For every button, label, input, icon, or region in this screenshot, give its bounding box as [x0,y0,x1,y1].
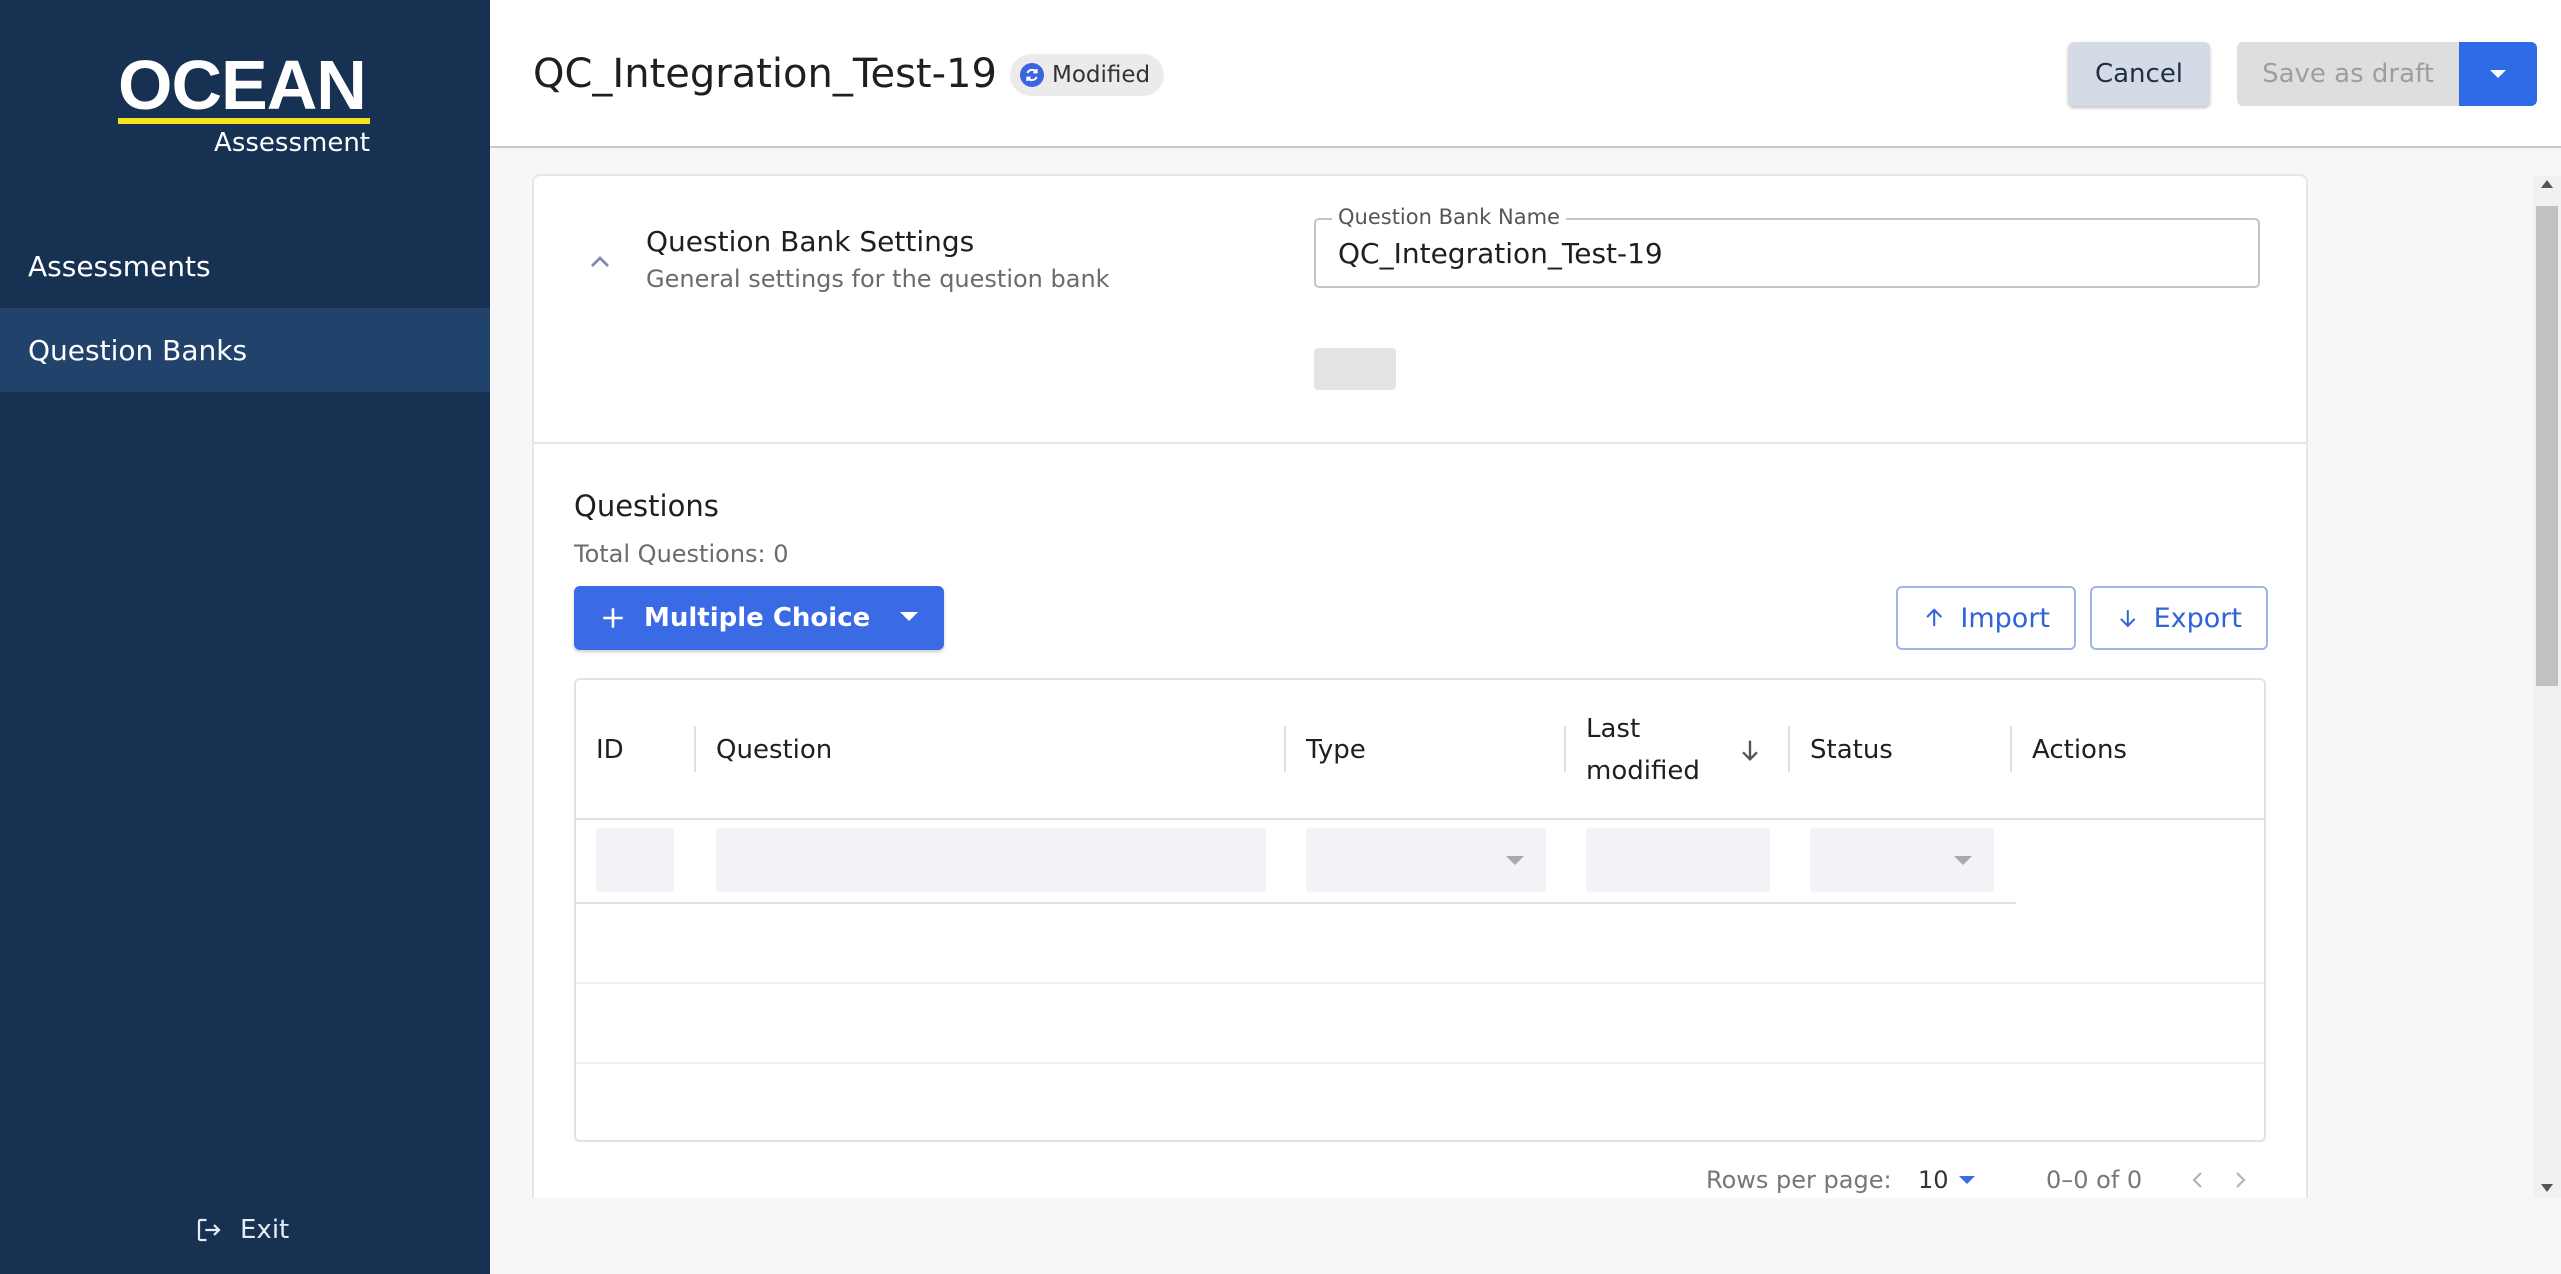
arrow-down-icon[interactable] [1736,736,1764,764]
column-header-actions: Actions [2012,680,2264,820]
ocean-assessment-logo[interactable]: OCEAN Assessment [118,50,372,160]
arrow-up-icon [1926,608,1943,627]
sidebar-item-assessments[interactable]: Assessments [0,224,490,308]
sidebar-item-question-banks[interactable]: Question Banks [0,308,490,392]
page-title: QC_Integration_Test-19 [533,51,997,97]
exit-label: Exit [240,1215,290,1245]
status-badge-label: Modified [1052,62,1151,88]
page-footer-area [490,1198,2561,1274]
page-header: QC_Integration_Test-19 Modified Cancel S… [490,0,2561,148]
id-filter-input[interactable] [596,828,674,892]
table-row [576,1066,2264,1144]
arrow-down-icon [2120,610,2136,628]
questions-title: Questions [574,489,719,523]
caret-down-icon[interactable] [900,612,918,621]
next-page-button[interactable] [2228,1160,2252,1200]
previous-page-button[interactable] [2186,1160,2210,1200]
chevron-right-icon [2236,1172,2246,1188]
question-filter-input[interactable] [716,828,1266,892]
last-modified-filter-input[interactable] [1586,828,1770,892]
logo-subtitle: Assessment [214,128,370,158]
exit-icon [197,1218,221,1242]
import-button[interactable]: Import [1896,586,2076,650]
vertical-scrollbar[interactable] [2533,176,2561,1198]
rows-per-page-select[interactable]: 10 [1918,1160,1975,1200]
column-label: Status [1810,735,1893,765]
question-bank-name-input[interactable] [1338,232,2238,274]
type-filter-select[interactable] [1306,828,1546,892]
column-header-last-modified[interactable]: Last modified [1566,680,1790,820]
column-header-id[interactable]: ID [576,680,696,820]
sidebar-item-label: Question Banks [28,333,248,367]
sidebar: OCEAN Assessment Assessments Question Ba… [0,0,490,1274]
logo-wordmark: OCEAN [118,46,367,124]
chevron-left-icon [2192,1172,2202,1188]
status-filter-select[interactable] [1810,828,1994,892]
column-label: Last modified [1586,714,1700,786]
table-header: ID Question Type Last modified Status Ac… [576,680,2264,820]
loading-placeholder [1314,348,1396,390]
caret-down-icon [1506,856,1524,865]
settings-section: Question Bank Settings General settings … [534,176,2306,444]
settings-title: Question Bank Settings [646,225,975,258]
column-label: Question [716,735,833,765]
scroll-up-arrow-icon[interactable] [2541,180,2553,188]
filter-row [576,820,2016,904]
chevron-down-icon [2490,70,2506,78]
status-badge: Modified [1010,54,1165,96]
rows-per-page-label: Rows per page: [1706,1166,1892,1194]
logo-underline [118,118,370,124]
scroll-down-arrow-icon[interactable] [2541,1184,2553,1192]
add-multiple-choice-button[interactable]: Multiple Choice [574,586,944,650]
question-bank-editor: Question Bank Settings General settings … [532,174,2308,1274]
export-label: Export [2153,602,2242,634]
table-row [576,986,2264,1064]
sync-icon [1020,63,1044,87]
column-header-status[interactable]: Status [1790,680,2012,820]
add-question-label: Multiple Choice [644,603,871,633]
column-label: ID [596,735,624,765]
table-row [576,906,2264,984]
questions-table: ID Question Type Last modified Status Ac… [574,678,2266,1142]
column-header-type[interactable]: Type [1286,680,1566,820]
pagination-range: 0–0 of 0 [2046,1166,2143,1194]
cancel-button[interactable]: Cancel [2068,42,2210,106]
question-bank-name-field: Question Bank Name [1314,204,2260,288]
caret-down-icon [1958,1176,1975,1184]
column-header-question[interactable]: Question [696,680,1286,820]
rows-per-page-value: 10 [1918,1166,1949,1194]
column-label: Actions [2032,735,2127,765]
settings-subtitle: General settings for the question bank [646,265,1110,293]
column-label: Type [1306,735,1366,765]
save-as-draft-button[interactable]: Save as draft [2237,42,2459,106]
exit-button[interactable]: Exit [194,1210,289,1250]
chevron-up-icon[interactable] [584,246,616,278]
import-label: Import [1960,602,2050,634]
save-options-dropdown-button[interactable] [2459,42,2537,106]
scrollbar-thumb[interactable] [2536,206,2558,686]
total-questions: Total Questions: 0 [574,540,789,568]
export-button[interactable]: Export [2090,586,2268,650]
plus-icon [603,608,623,628]
question-bank-name-label: Question Bank Name [1332,204,1566,230]
caret-down-icon [1954,856,1972,865]
sidebar-item-label: Assessments [28,249,211,283]
